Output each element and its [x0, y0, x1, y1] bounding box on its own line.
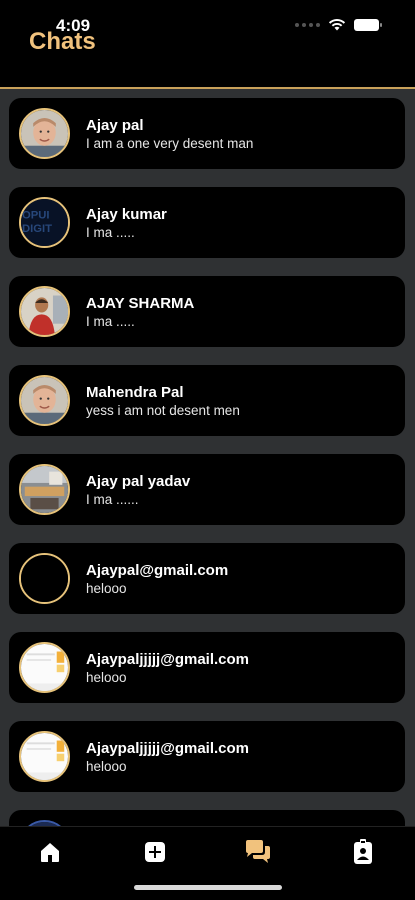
chat-name: Ajaypal@gmail.com: [86, 562, 229, 579]
chat-item[interactable]: AJAY SHARMA I ma .....: [9, 276, 405, 347]
tab-add[interactable]: [140, 837, 170, 867]
chat-item[interactable]: [9, 810, 405, 826]
chat-name: Ajay pal yadav: [86, 473, 191, 490]
home-icon: [41, 843, 59, 862]
chat-item[interactable]: Ajaypaljjjjj@gmail.com helooo: [9, 632, 405, 703]
tab-chats[interactable]: [243, 837, 273, 867]
chat-name: Mahendra Pal: [86, 384, 184, 401]
status-icons: [295, 18, 382, 31]
avatar: [19, 108, 70, 159]
tab-profile[interactable]: [348, 837, 378, 867]
chat-item[interactable]: OPUI DIGIT Ajay kumar I ma .....: [9, 187, 405, 258]
tab-home[interactable]: [35, 837, 65, 867]
avatar: OPUI DIGIT: [19, 197, 70, 248]
svg-text:OPUI: OPUI: [22, 210, 50, 222]
signal-icon: [295, 22, 320, 27]
wifi-icon: [328, 19, 346, 31]
chat-bubbles-icon: [246, 840, 270, 863]
chat-last-message: helooo: [86, 759, 127, 774]
battery-icon: [354, 18, 382, 31]
chat-last-message: helooo: [86, 581, 127, 596]
profile-badge-icon: [354, 839, 372, 864]
chat-list[interactable]: Ajay pal I am a one very desent man OPUI…: [0, 89, 415, 826]
chat-item[interactable]: Ajay pal I am a one very desent man: [9, 98, 405, 169]
add-icon: [145, 842, 165, 862]
avatar: [19, 553, 70, 604]
avatar: [19, 464, 70, 515]
chat-name: Ajay kumar: [86, 206, 167, 223]
chat-last-message: I am a one very desent man: [86, 136, 254, 151]
svg-text:DIGIT: DIGIT: [22, 223, 52, 235]
avatar: [19, 731, 70, 782]
chat-name: Ajaypaljjjjj@gmail.com: [86, 740, 250, 757]
status-bar: 4:09: [0, 0, 415, 40]
avatar: [19, 642, 70, 693]
home-indicator: [134, 885, 282, 890]
chat-last-message: yess i am not desent men: [86, 403, 240, 418]
chat-last-message: helooo: [86, 670, 127, 685]
avatar: [19, 286, 70, 337]
chat-last-message: I ma .....: [86, 314, 135, 329]
chat-item[interactable]: Ajay pal yadav I ma ......: [9, 454, 405, 525]
chat-name: Ajaypaljjjjj@gmail.com: [86, 651, 250, 668]
status-time: 4:09: [56, 16, 91, 35]
chat-name: AJAY SHARMA: [86, 295, 195, 312]
chat-item[interactable]: Ajaypaljjjjj@gmail.com helooo: [9, 721, 405, 792]
chat-name: Ajay pal: [86, 117, 144, 134]
avatar: [19, 375, 70, 426]
chat-item[interactable]: Mahendra Pal yess i am not desent men: [9, 365, 405, 436]
chat-last-message: I ma .....: [86, 225, 135, 240]
chat-item[interactable]: Ajaypal@gmail.com helooo: [9, 543, 405, 614]
chat-last-message: I ma ......: [86, 492, 139, 507]
